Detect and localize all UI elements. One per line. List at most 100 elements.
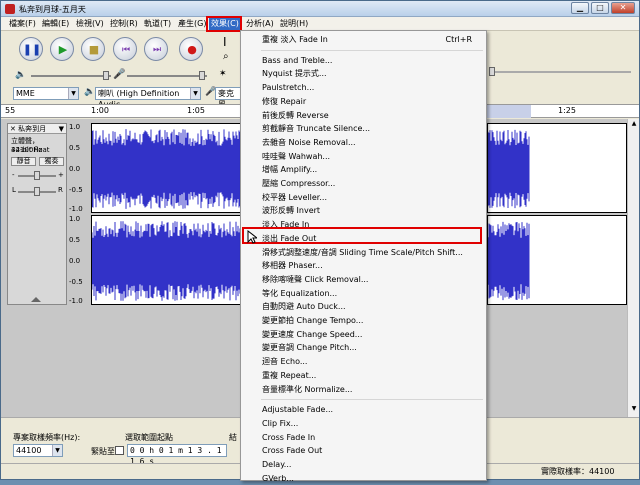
menu-transport[interactable]: 控制(R) — [108, 18, 140, 30]
effects-menu-item[interactable]: Paulstretch... — [241, 81, 486, 94]
host-combo[interactable]: MME ▼ — [13, 87, 79, 100]
menu-analyze[interactable]: 分析(A) — [244, 18, 276, 30]
waveform-right-channel[interactable] — [91, 215, 241, 305]
output-volume-slider[interactable] — [31, 75, 111, 77]
input-volume-knob[interactable] — [199, 71, 205, 80]
effects-menu-item[interactable]: Bass and Treble... — [241, 54, 486, 67]
effects-menu-item[interactable]: 重複 Repeat... — [241, 369, 486, 382]
selection-start-time[interactable]: 0 0 h 0 1 m 1 3 . 1 1 6 s — [127, 444, 227, 466]
effects-menu-item[interactable]: 重複 淡入 Fade In Ctrl+R — [241, 33, 486, 46]
scroll-down-icon[interactable]: ▼ — [630, 405, 638, 412]
vertical-scrollbar[interactable]: ▲ ▼ — [627, 119, 639, 417]
effects-menu-item[interactable]: Adjustable Fade... — [241, 403, 486, 416]
effects-menu-item-label: 壓縮 Compressor... — [262, 179, 336, 188]
selection-tool-icon[interactable]: I — [223, 35, 227, 49]
effects-menu-item[interactable]: 前後反轉 Reverse — [241, 109, 486, 122]
effects-menu-item[interactable]: 波形反轉 Invert — [241, 204, 486, 217]
track-name-menu[interactable]: ✕ 私奔到月 ▼ — [8, 124, 66, 134]
snap-to-checkbox[interactable] — [115, 446, 124, 455]
scroll-up-icon[interactable]: ▲ — [630, 120, 638, 127]
maximize-icon[interactable]: □ — [591, 2, 609, 14]
scale-label: -1.0 — [69, 205, 83, 213]
effects-menu-item[interactable]: 滑移式調整速度/音調 Sliding Time Scale/Pitch Shif… — [241, 246, 486, 259]
waveform-left-channel-end[interactable] — [487, 123, 627, 213]
effects-menu-item-label: 滑移式調整速度/音調 Sliding Time Scale/Pitch Shif… — [262, 247, 463, 257]
effects-menu-item[interactable]: Nyquist 提示式... — [241, 67, 486, 80]
effects-menu-item[interactable]: 哇哇聲 Wahwah... — [241, 150, 486, 163]
effects-menu-item[interactable]: Cross Fade Out — [241, 444, 486, 457]
effects-menu-item-label: GVerb... — [262, 473, 294, 483]
effects-menu-item[interactable]: 校平器 Leveller... — [241, 191, 486, 204]
timeline-slider[interactable] — [491, 71, 631, 73]
effects-menu-item[interactable]: 去雜音 Noise Removal... — [241, 136, 486, 149]
menu-tracks[interactable]: 軌道(T) — [142, 18, 173, 30]
effects-menu-item-label: 前後反轉 Reverse — [262, 110, 329, 120]
zoom-tool-icon[interactable]: ⌕ — [223, 51, 229, 62]
chevron-down-icon: ▼ — [190, 88, 200, 99]
solo-button[interactable]: 獨奏 — [39, 157, 64, 166]
skip-start-button[interactable]: ⏮ — [113, 37, 137, 61]
input-volume-slider[interactable] — [127, 75, 207, 77]
transport-toolbar: ❚❚ ▶ ■ ⏮ ⏭ ● — [1, 32, 241, 66]
input-device-combo[interactable]: 麥克風 — [215, 87, 241, 109]
pan-left: L — [12, 186, 16, 194]
effects-menu-item-label: 變更速度 Change Speed... — [262, 329, 363, 339]
stop-button[interactable]: ■ — [81, 37, 105, 61]
scale-label: 1.0 — [69, 215, 81, 223]
effects-menu-item[interactable]: Delay... — [241, 458, 486, 471]
effects-menu-item-label: Delay... — [262, 460, 292, 469]
scale-label: -1.0 — [69, 297, 83, 305]
track-sample-format: 32-bit float — [11, 146, 50, 154]
close-icon[interactable]: ✕ — [611, 2, 635, 14]
effects-menu-item[interactable]: GVerb... — [241, 472, 486, 485]
play-button[interactable]: ▶ — [50, 37, 74, 61]
effects-menu-item[interactable]: Clip Fix... — [241, 417, 486, 430]
record-button[interactable]: ● — [179, 37, 203, 61]
selection-end-radio[interactable]: 結 — [229, 432, 237, 443]
menu-help[interactable]: 說明(H) — [278, 18, 310, 30]
effects-menu-item-label: Clip Fix... — [262, 418, 299, 428]
effects-menu-item[interactable]: Cross Fade In — [241, 431, 486, 444]
effects-menu-item[interactable]: 變更速度 Change Speed... — [241, 328, 486, 341]
menu-file[interactable]: 檔案(F) — [7, 18, 38, 30]
effects-menu-item-label: 重複 淡入 Fade In — [262, 35, 328, 44]
effects-menu-item[interactable]: 移相器 Phaser... — [241, 259, 486, 272]
effects-menu-item[interactable]: 變更音調 Change Pitch... — [241, 341, 486, 354]
mute-button[interactable]: 靜音 — [11, 157, 36, 166]
effects-menu-item[interactable]: 音量標準化 Normalize... — [241, 383, 486, 396]
pause-button[interactable]: ❚❚ — [19, 37, 43, 61]
microphone-icon: 🎤 — [113, 69, 126, 80]
minimize-icon[interactable]: ▁ — [571, 2, 589, 14]
timeline-slider-knob[interactable] — [489, 67, 495, 76]
effects-menu-item-label: 重複 Repeat... — [262, 370, 317, 380]
multi-tool-icon[interactable]: ✶ — [219, 69, 227, 79]
effects-menu-item[interactable]: 迴音 Echo... — [241, 355, 486, 368]
effects-menu-item[interactable]: 等化 Equalization... — [241, 287, 486, 300]
waveform-left-channel[interactable] — [91, 123, 241, 213]
effects-menu-item-label: 剪截靜音 Truncate Silence... — [262, 124, 371, 134]
effects-menu-item[interactable]: 增幅 Amplify... — [241, 163, 486, 176]
effects-menu-item[interactable]: 修復 Repair — [241, 95, 486, 108]
waveform-right-channel-end[interactable] — [487, 215, 627, 305]
effects-menu-item[interactable]: 剪截靜音 Truncate Silence... — [241, 122, 486, 135]
skip-end-button[interactable]: ⏭ — [144, 37, 168, 61]
output-volume-knob[interactable] — [103, 71, 109, 80]
effects-menu-item[interactable]: 移除喀噠聲 Click Removal... — [241, 273, 486, 286]
effects-menu-item-label: 音量標準化 Normalize... — [262, 384, 353, 394]
gain-knob[interactable] — [34, 171, 40, 180]
collapse-track-icon[interactable] — [31, 297, 41, 302]
menu-edit[interactable]: 編輯(E) — [40, 18, 71, 30]
project-rate-combo[interactable]: 44100 ▼ — [13, 444, 63, 457]
selection-start-label: 選取範圍起點 — [125, 433, 173, 442]
pan-knob[interactable] — [34, 187, 40, 196]
close-icon[interactable]: ✕ — [10, 125, 16, 133]
window-title: 私奔到月球-五月天 — [19, 5, 86, 14]
menu-view[interactable]: 檢視(V) — [74, 18, 106, 30]
effects-menu-item[interactable]: 自動閃避 Auto Duck... — [241, 300, 486, 313]
output-device-combo[interactable]: 喇叭 (High Definition Audic ▼ — [95, 87, 201, 109]
right-toolbar-area — [487, 32, 639, 104]
effects-menu-item[interactable]: 壓縮 Compressor... — [241, 177, 486, 190]
effects-menu-item[interactable]: 變更節拍 Change Tempo... — [241, 314, 486, 327]
effects-menu-item-label: 校平器 Leveller... — [262, 192, 327, 202]
menu-generate[interactable]: 產生(G) — [176, 18, 208, 30]
